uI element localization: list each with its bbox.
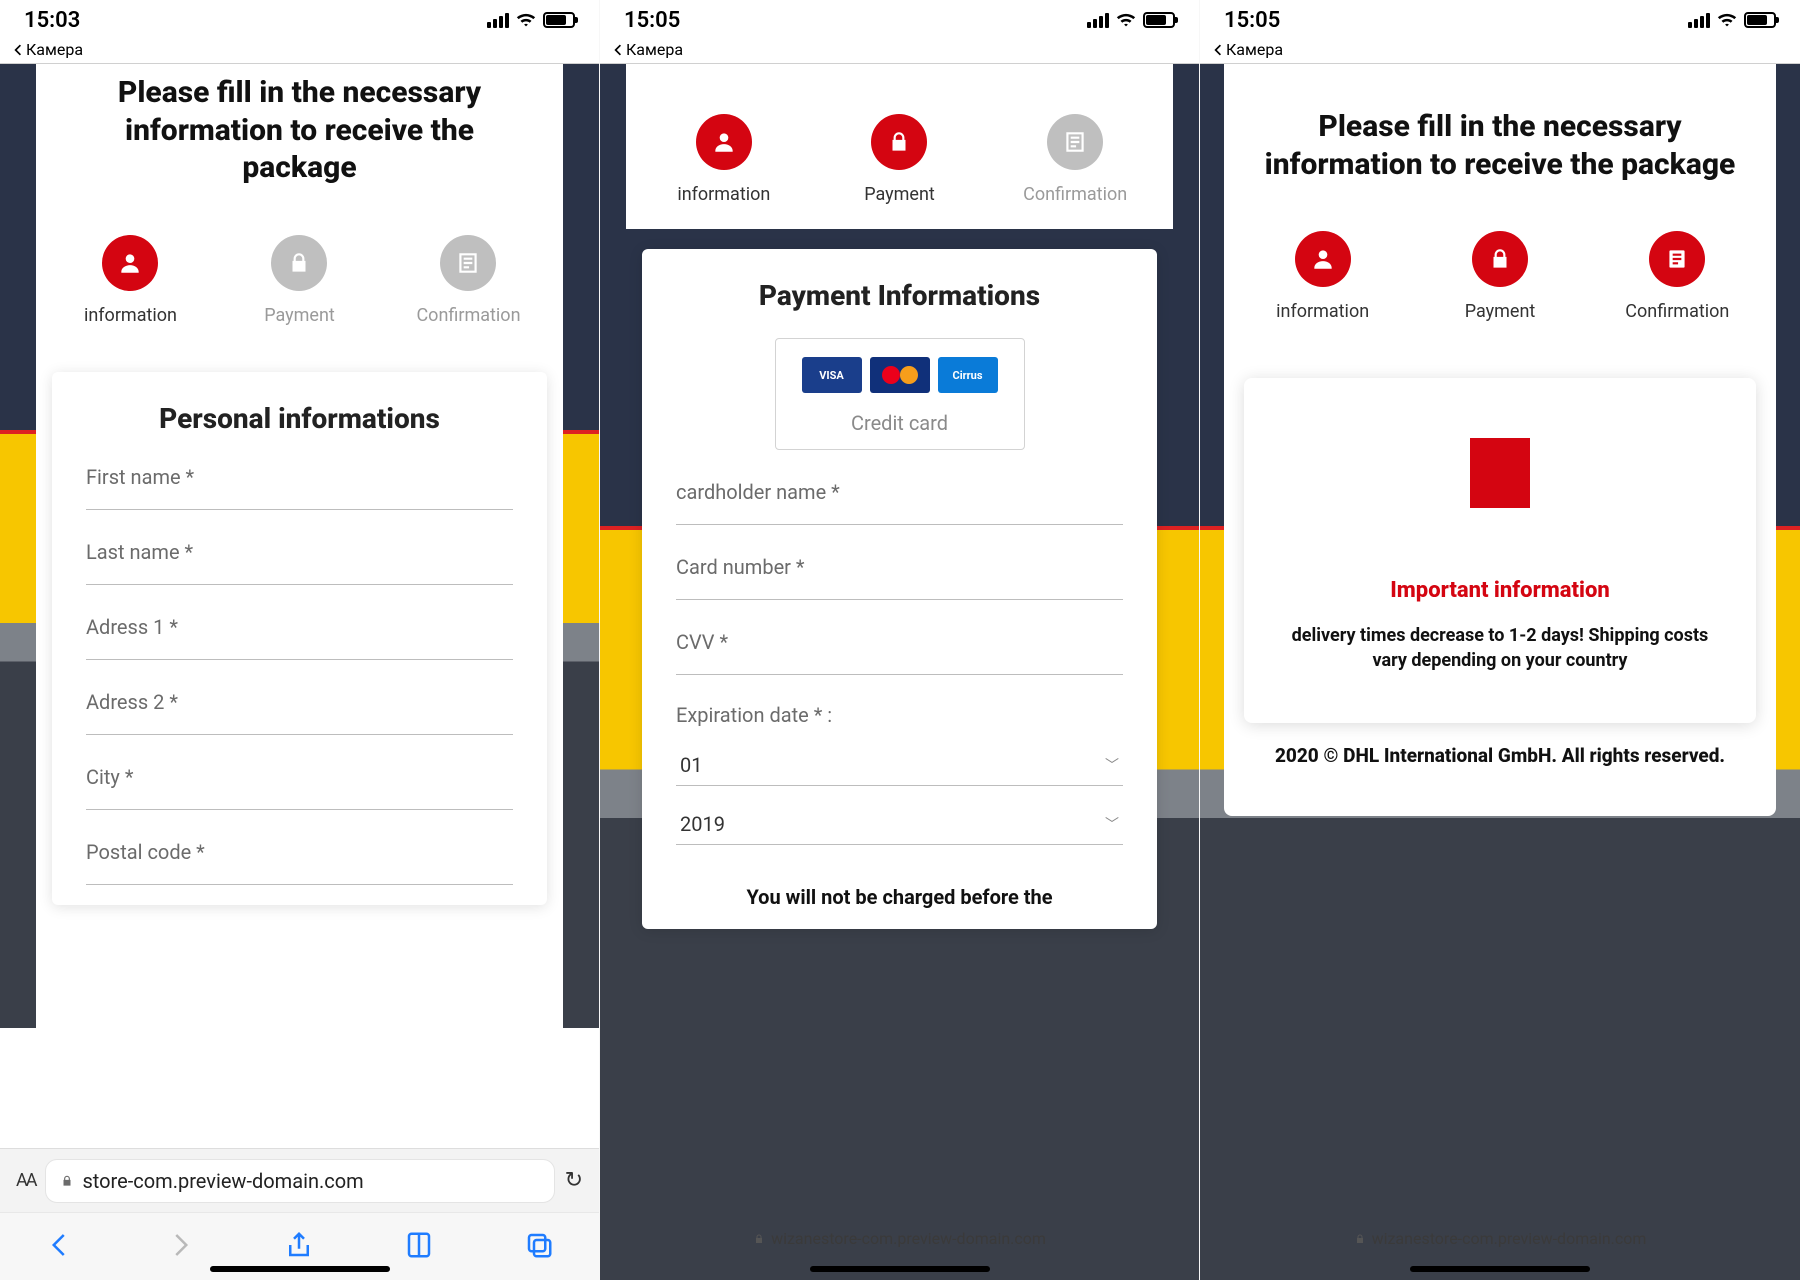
postal-field[interactable]: Postal code * bbox=[86, 840, 513, 885]
status-time: 15:05 bbox=[624, 8, 680, 33]
lock-icon bbox=[1354, 1233, 1366, 1245]
progress-steps: information Payment Confirmation bbox=[36, 205, 563, 342]
home-indicator[interactable] bbox=[1410, 1266, 1590, 1272]
cardholder-field[interactable]: cardholder name * bbox=[676, 480, 1123, 525]
mastercard-logo bbox=[870, 357, 930, 393]
cellular-icon bbox=[487, 13, 509, 28]
last-name-field[interactable]: Last name * bbox=[86, 540, 513, 585]
bookmarks-button[interactable] bbox=[404, 1230, 434, 1264]
document-icon bbox=[455, 250, 481, 276]
reload-button[interactable]: ↻ bbox=[565, 1168, 583, 1193]
back-button[interactable] bbox=[45, 1230, 75, 1264]
person-icon bbox=[117, 250, 143, 276]
expiration-year-select[interactable]: 2019 ﹀ bbox=[676, 804, 1123, 845]
step-confirmation[interactable]: Confirmation bbox=[1590, 231, 1766, 322]
person-icon bbox=[711, 129, 737, 155]
battery-icon bbox=[543, 12, 575, 28]
progress-steps: information Payment Confirmation bbox=[1224, 201, 1776, 338]
back-to-app[interactable]: Камера bbox=[1200, 40, 1800, 63]
tabs-button[interactable] bbox=[524, 1230, 554, 1264]
page-title: Please fill in the necessary information… bbox=[1224, 64, 1776, 201]
phone-screen-2: 15:05 Камера information bbox=[600, 0, 1200, 1280]
step-information[interactable]: information bbox=[47, 235, 214, 326]
address2-field[interactable]: Adress 2 * bbox=[86, 690, 513, 735]
mini-url-bar[interactable]: wizanestore-com.preview-domain.com bbox=[1200, 1217, 1800, 1260]
first-name-field[interactable]: First name * bbox=[86, 465, 513, 510]
page-content: information Payment Confirmation Paym bbox=[626, 64, 1173, 1280]
lock-icon bbox=[1487, 246, 1513, 272]
text-size-button[interactable]: AA bbox=[16, 1170, 35, 1191]
lock-icon bbox=[286, 250, 312, 276]
status-bar: 15:05 bbox=[600, 0, 1199, 40]
step-payment[interactable]: Payment bbox=[1412, 231, 1588, 322]
battery-icon bbox=[1143, 12, 1175, 28]
home-indicator[interactable] bbox=[810, 1266, 990, 1272]
footer-copyright: 2020 © DHL International GmbH. All right… bbox=[1224, 723, 1776, 790]
wifi-icon bbox=[515, 12, 537, 28]
lock-icon bbox=[886, 129, 912, 155]
chevron-down-icon: ﹀ bbox=[1105, 755, 1119, 775]
cirrus-logo: Cirrus bbox=[938, 357, 998, 393]
step-payment[interactable]: Payment bbox=[813, 114, 987, 205]
cardnumber-field[interactable]: Card number * bbox=[676, 555, 1123, 600]
phone-screen-1: 15:03 Камера Please fill in the necessar… bbox=[0, 0, 600, 1280]
step-information[interactable]: information bbox=[1235, 231, 1411, 322]
step-confirmation[interactable]: Confirmation bbox=[385, 235, 552, 326]
wifi-icon bbox=[1115, 12, 1137, 28]
payment-note: You will not be charged before the bbox=[676, 845, 1123, 909]
status-bar: 15:03 bbox=[0, 0, 599, 40]
battery-icon bbox=[1744, 12, 1776, 28]
phone-screen-3: 15:05 Камера Please fill in the necessar… bbox=[1200, 0, 1800, 1280]
address1-field[interactable]: Adress 1 * bbox=[86, 615, 513, 660]
important-title: Important information bbox=[1274, 578, 1726, 603]
expiration-label: Expiration date * : bbox=[676, 703, 1123, 727]
back-to-app[interactable]: Камера bbox=[600, 40, 1199, 63]
expiration-month-select[interactable]: 01 ﹀ bbox=[676, 745, 1123, 786]
payment-info-card: Payment Informations VISA Cirrus Credit … bbox=[642, 249, 1157, 929]
document-icon bbox=[1062, 129, 1088, 155]
personal-info-card: Personal informations First name * Last … bbox=[52, 372, 547, 905]
chevron-down-icon: ﹀ bbox=[1105, 814, 1119, 834]
confirmation-card: Important information delivery times dec… bbox=[1244, 378, 1756, 723]
share-button[interactable] bbox=[284, 1230, 314, 1264]
credit-card-option[interactable]: VISA Cirrus Credit card bbox=[775, 338, 1025, 450]
lock-icon bbox=[60, 1174, 74, 1188]
progress-steps: information Payment Confirmation bbox=[626, 64, 1173, 221]
page-content: Please fill in the necessary information… bbox=[1224, 64, 1776, 816]
back-to-app[interactable]: Камера bbox=[0, 40, 599, 63]
person-icon bbox=[1310, 246, 1336, 272]
status-bar: 15:05 bbox=[1200, 0, 1800, 40]
card-title: Personal informations bbox=[86, 402, 513, 435]
step-payment[interactable]: Payment bbox=[216, 235, 383, 326]
brand-square-icon bbox=[1470, 438, 1530, 508]
visa-logo: VISA bbox=[802, 357, 862, 393]
city-field[interactable]: City * bbox=[86, 765, 513, 810]
safari-address-bar: AA store-com.preview-domain.com ↻ bbox=[0, 1148, 599, 1212]
wifi-icon bbox=[1716, 12, 1738, 28]
important-text: delivery times decrease to 1-2 days! Shi… bbox=[1274, 623, 1726, 673]
page-content: Please fill in the necessary information… bbox=[36, 64, 563, 1148]
cvv-field[interactable]: CVV * bbox=[676, 630, 1123, 675]
url-field[interactable]: store-com.preview-domain.com bbox=[45, 1159, 554, 1203]
cellular-icon bbox=[1688, 13, 1710, 28]
step-confirmation[interactable]: Confirmation bbox=[988, 114, 1162, 205]
card-title: Payment Informations bbox=[676, 279, 1123, 312]
status-time: 15:05 bbox=[1224, 8, 1280, 33]
step-information[interactable]: information bbox=[637, 114, 811, 205]
forward-button[interactable] bbox=[165, 1230, 195, 1264]
mini-url-bar[interactable]: wizanestore-com.preview-domain.com bbox=[600, 1217, 1199, 1260]
document-icon bbox=[1664, 246, 1690, 272]
status-time: 15:03 bbox=[24, 8, 80, 33]
page-title: Please fill in the necessary information… bbox=[36, 64, 563, 205]
lock-icon bbox=[753, 1233, 765, 1245]
cellular-icon bbox=[1087, 13, 1109, 28]
home-indicator[interactable] bbox=[210, 1266, 390, 1272]
